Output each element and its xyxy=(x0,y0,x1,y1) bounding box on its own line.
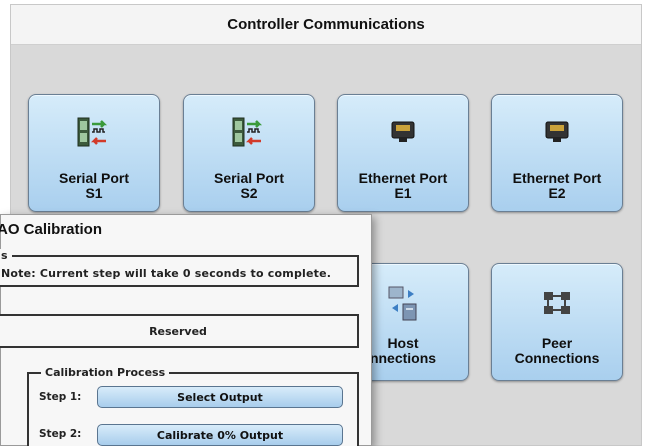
tile-label-line1: Serial Port xyxy=(213,170,285,186)
status-group-legend: s xyxy=(0,249,12,262)
step-2-label: Step 2: xyxy=(39,428,82,440)
reserved-box: Reserved xyxy=(0,314,359,348)
ethernet-port-e1-button[interactable]: Ethernet Port E1 xyxy=(337,94,469,212)
peer-connections-icon xyxy=(541,284,573,322)
ao-calibration-dialog: AO Calibration s Note: Current step will… xyxy=(0,214,372,446)
tile-label-line2: nnections xyxy=(369,350,437,366)
ethernet-port-e2-button[interactable]: Ethernet Port E2 xyxy=(491,94,623,212)
status-note: Note: Current step will take 0 seconds t… xyxy=(1,267,332,280)
tile-label-line2: S1 xyxy=(85,185,103,201)
reserved-label: Reserved xyxy=(149,325,207,338)
step-1-label: Step 1: xyxy=(39,391,82,403)
calibration-process-group: Calibration Process Step 1: Select Outpu… xyxy=(27,366,359,446)
status-group: s Note: Current step will take 0 seconds… xyxy=(0,249,359,287)
tile-label-line1: Ethernet Port xyxy=(512,170,602,186)
calibration-process-legend: Calibration Process xyxy=(41,366,170,379)
tile-label-line2: S2 xyxy=(240,185,258,201)
window-title: Controller Communications xyxy=(11,5,641,45)
serial-port-icon xyxy=(76,113,112,151)
select-output-button[interactable]: Select Output xyxy=(97,386,343,408)
serial-port-s1-button[interactable]: Serial Port S1 xyxy=(28,94,160,212)
tile-label-line1: Host xyxy=(387,335,419,351)
tile-label-line2: Connections xyxy=(514,350,600,366)
ethernet-port-icon xyxy=(544,113,570,151)
tile-label-line2: E2 xyxy=(548,185,566,201)
peer-connections-button[interactable]: Peer Connections xyxy=(491,263,623,381)
dialog-title: AO Calibration xyxy=(0,221,103,238)
serial-port-icon xyxy=(231,113,267,151)
host-connections-icon xyxy=(386,284,420,322)
serial-port-s2-button[interactable]: Serial Port S2 xyxy=(183,94,315,212)
ethernet-port-icon xyxy=(390,113,416,151)
tile-label-line1: Serial Port xyxy=(58,170,130,186)
calibrate-0-percent-output-button[interactable]: Calibrate 0% Output xyxy=(97,424,343,446)
tile-label-line2: E1 xyxy=(394,185,412,201)
tile-label-line1: Ethernet Port xyxy=(358,170,448,186)
tile-label-line1: Peer xyxy=(541,335,573,351)
